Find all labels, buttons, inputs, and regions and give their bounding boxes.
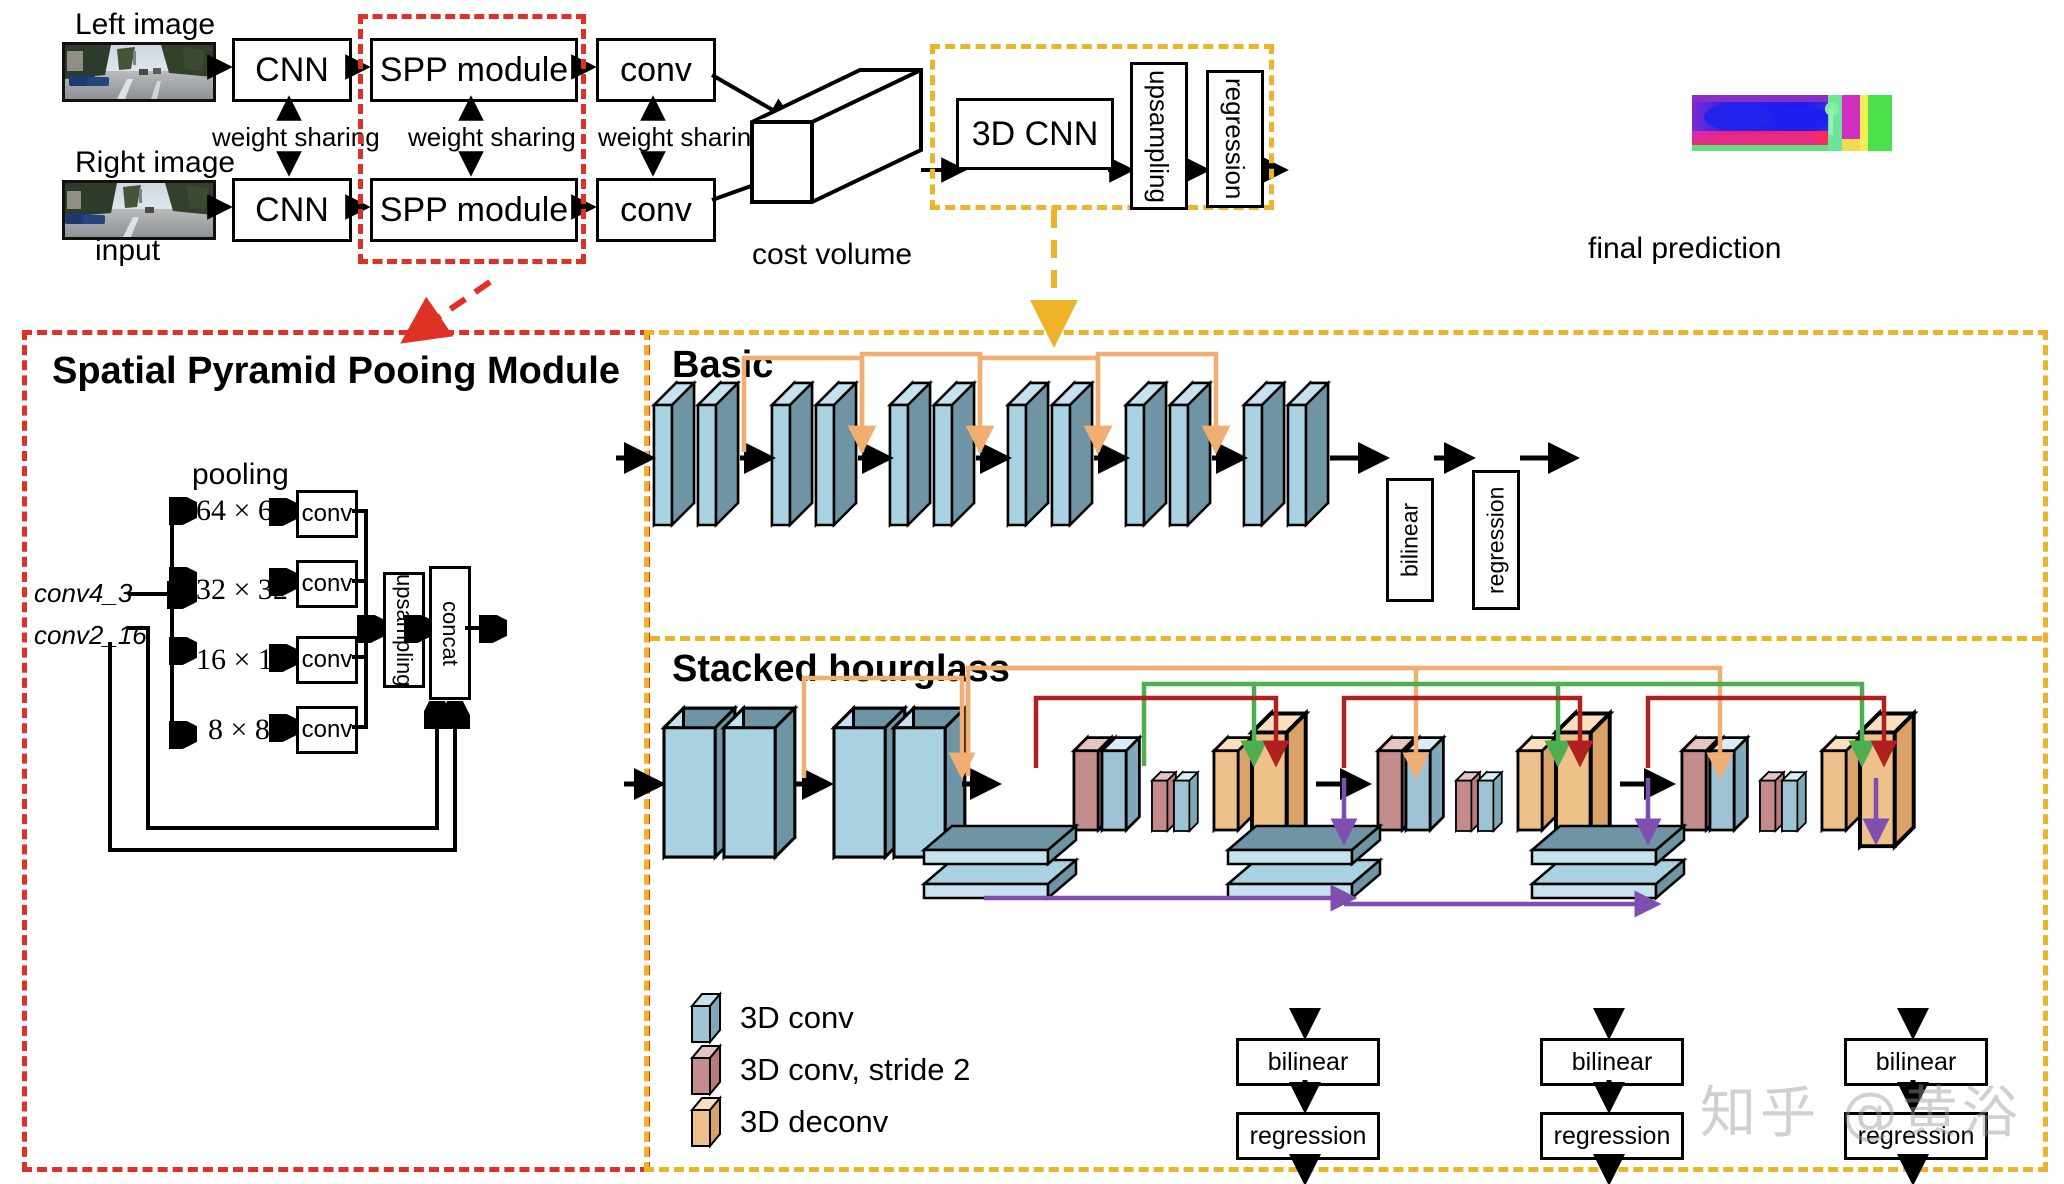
- spp-pool-size-8: 8 × 8: [208, 713, 270, 746]
- spp-pool-size-32: 32 × 32: [196, 573, 288, 606]
- cnn-top-block[interactable]: CNN: [232, 38, 352, 102]
- basic-regression-box[interactable]: regression: [1472, 470, 1520, 610]
- spp-highlight-dashed-region: [358, 14, 586, 264]
- spp-conv-box-3[interactable]: conv: [296, 636, 358, 684]
- spp-pooling-label: pooling: [192, 458, 289, 491]
- hourglass-regression-box-3[interactable]: regression: [1844, 1112, 1988, 1160]
- hourglass-regression-box-1[interactable]: regression: [1236, 1112, 1380, 1160]
- legend-label-3d-deconv: 3D deconv: [740, 1104, 889, 1139]
- right-image-thumbnail: [62, 180, 216, 240]
- hourglass-bilinear-box-1[interactable]: bilinear: [1236, 1038, 1380, 1086]
- spp-conv-box-1[interactable]: conv: [296, 490, 358, 538]
- basic-hourglass-divider: [650, 636, 2042, 641]
- cnn-3d-block[interactable]: 3D CNN: [956, 98, 1114, 170]
- conv-top-block[interactable]: conv: [596, 38, 716, 102]
- weight-sharing-label-3: weight sharing: [598, 122, 766, 152]
- label-cost-volume: cost volume: [752, 238, 913, 271]
- spp-pool-size-16: 16 × 16: [196, 643, 288, 676]
- final-prediction-thumbnail: [1692, 95, 1892, 151]
- hourglass-regression-box-2[interactable]: regression: [1540, 1112, 1684, 1160]
- label-left-image: Left image: [75, 8, 216, 41]
- basic-bilinear-box[interactable]: bilinear: [1386, 478, 1434, 602]
- hourglass-panel-title: Stacked hourglass: [672, 648, 1010, 690]
- hourglass-bilinear-box-2[interactable]: bilinear: [1540, 1038, 1684, 1086]
- spp-concat-box[interactable]: concat: [429, 566, 471, 700]
- spp-input-conv4_3: conv4_3: [34, 578, 133, 608]
- left-image-thumbnail: [62, 42, 216, 102]
- legend-label-3d-conv-stride2: 3D conv, stride 2: [740, 1052, 971, 1087]
- spp-conv-box-2[interactable]: conv: [296, 560, 358, 608]
- regression-block[interactable]: regression: [1206, 70, 1264, 208]
- spp-panel-title: Spatial Pyramid Pooing Module: [52, 350, 620, 392]
- spp-pool-size-64: 64 × 64: [196, 494, 288, 527]
- basic-panel-title: Basic: [672, 344, 774, 386]
- hourglass-bilinear-box-3[interactable]: bilinear: [1844, 1038, 1988, 1086]
- conv-bottom-block[interactable]: conv: [596, 178, 716, 242]
- spp-upsampling-box[interactable]: upsampling: [383, 572, 425, 688]
- cnn-bottom-block[interactable]: CNN: [232, 178, 352, 242]
- label-final-prediction: final prediction: [1588, 232, 1782, 265]
- legend-label-3d-conv: 3D conv: [740, 1000, 854, 1035]
- spp-input-conv2_16: conv2_16: [34, 620, 147, 650]
- weight-sharing-label-1: weight sharing: [212, 122, 380, 152]
- spp-conv-box-4[interactable]: conv: [296, 706, 358, 754]
- upsampling-block[interactable]: upsampling: [1130, 62, 1188, 210]
